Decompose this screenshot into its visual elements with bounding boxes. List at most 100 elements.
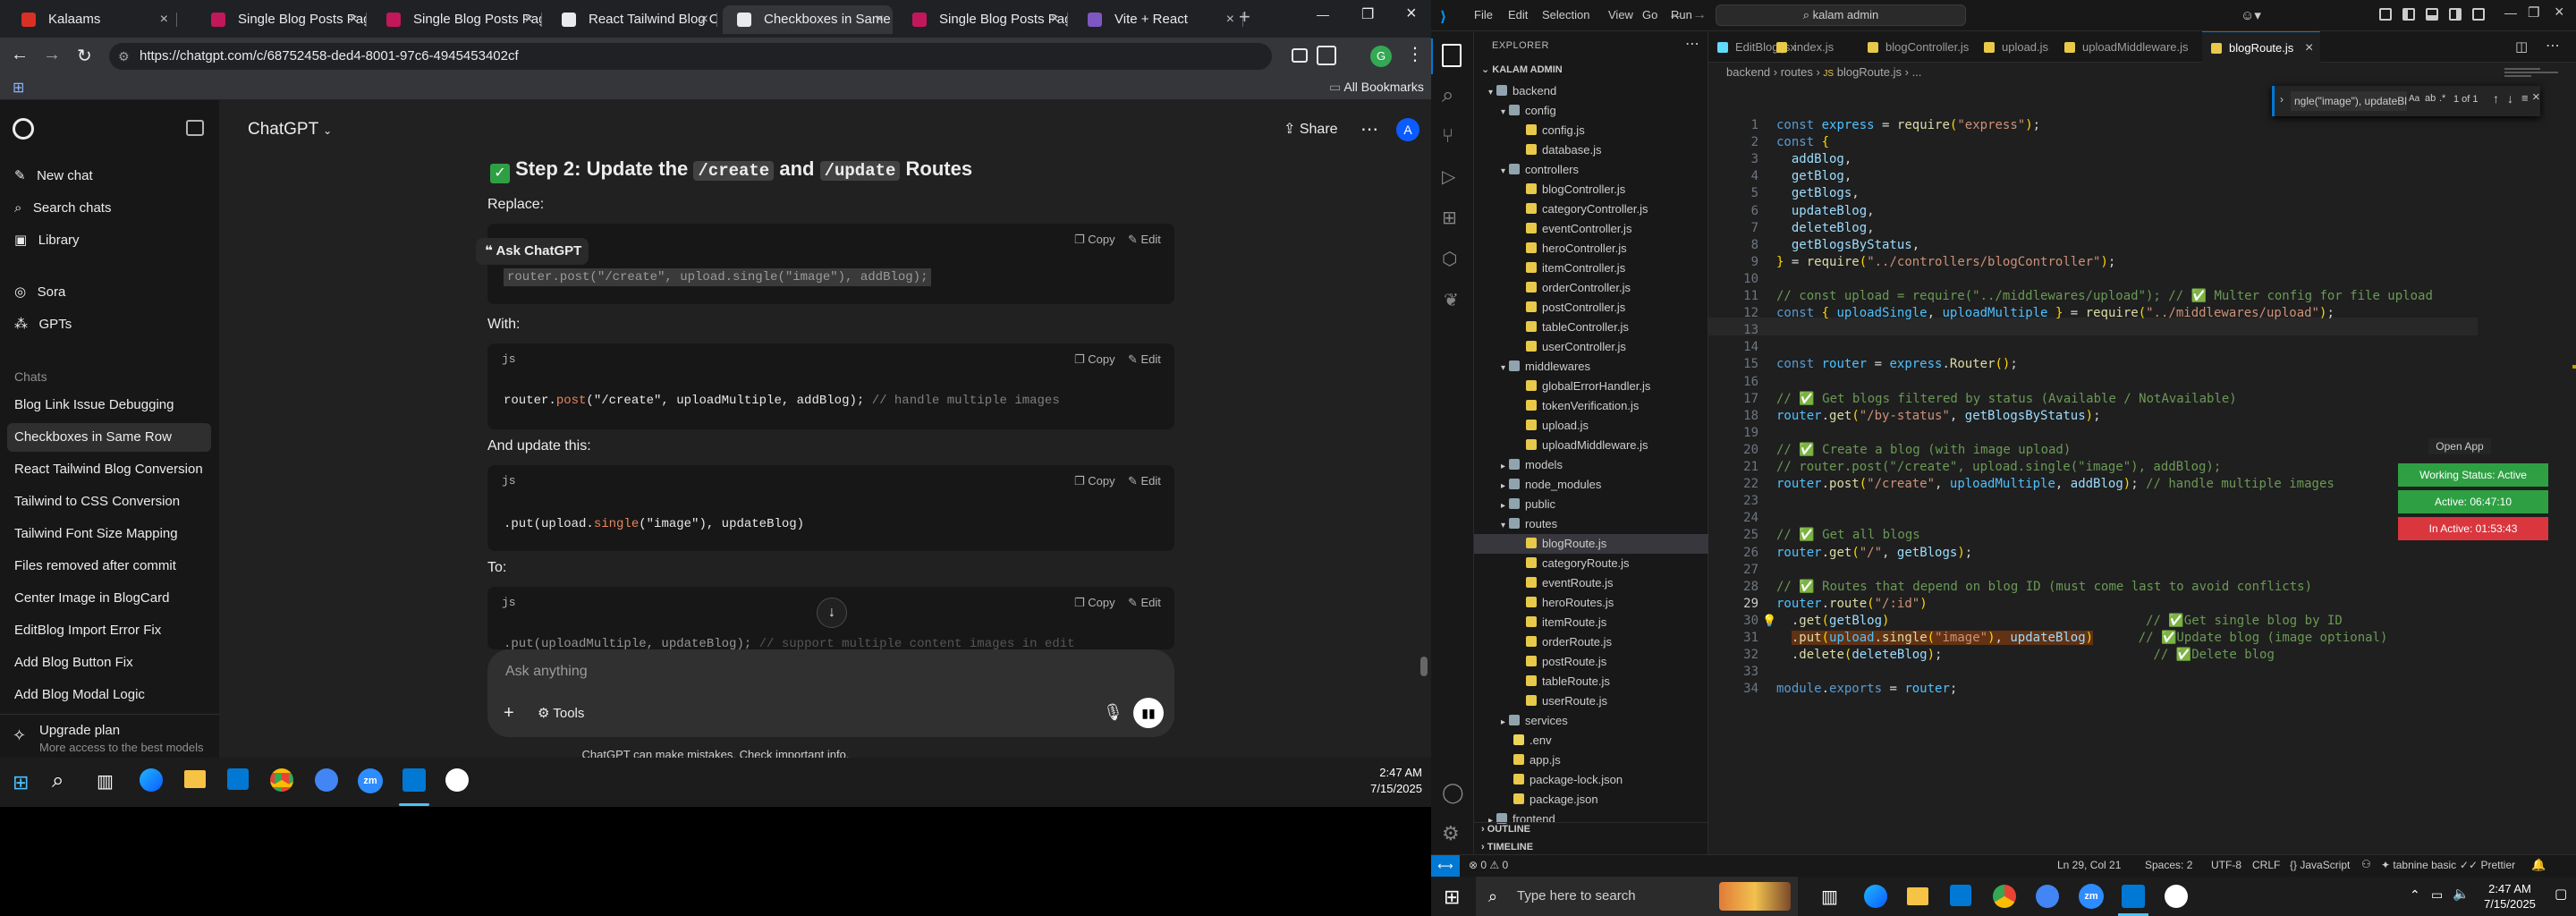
edit-button[interactable]: ✎ Edit	[1128, 474, 1161, 488]
explorer-file[interactable]: eventController.js	[1474, 219, 1708, 239]
breadcrumb-item[interactable]: ...	[1912, 65, 1922, 79]
windows-start-icon[interactable]: ⊞	[1444, 886, 1460, 909]
copilot-status-icon[interactable]: ⚇	[2361, 858, 2371, 870]
chrome-app-icon[interactable]	[2036, 885, 2059, 908]
library-button[interactable]: ▣ Library	[14, 231, 80, 250]
nav-forward-icon[interactable]: →	[1692, 7, 1707, 23]
voice-mode-icon[interactable]: ▮▮	[1133, 698, 1164, 728]
store-icon[interactable]	[227, 768, 249, 790]
menu-item[interactable]: File	[1474, 8, 1493, 21]
explorer-file[interactable]: uploadMiddleware.js	[1474, 436, 1708, 455]
chevron-right-icon[interactable]: ›	[2280, 93, 2284, 106]
close-tab-icon[interactable]: ×	[876, 5, 884, 34]
close-icon[interactable]: ×	[2555, 3, 2564, 21]
openai-logo-icon[interactable]	[13, 118, 34, 140]
chat-history-item[interactable]: Add Blog Modal Logic	[14, 685, 207, 705]
app-icon[interactable]	[2165, 885, 2188, 908]
close-tab-icon[interactable]: ×	[1226, 5, 1234, 34]
editor-tab[interactable]: index.js	[1767, 31, 1846, 63]
explorer-file[interactable]: userRoute.js	[1474, 691, 1708, 711]
clock-left[interactable]: 2:47 AM 7/15/2025	[1342, 765, 1422, 797]
browser-tab[interactable]: Single Blog Posts Page ×	[898, 5, 1068, 34]
plus-icon[interactable]: +	[504, 703, 514, 724]
source-control-icon[interactable]: ⑂	[1442, 124, 1453, 148]
more-actions-icon[interactable]: ⋯	[2546, 37, 2560, 55]
breadcrumb-item[interactable]: routes	[1781, 65, 1813, 79]
chat-history-item[interactable]: Add Blog Button Fix	[14, 653, 207, 673]
file-explorer-icon[interactable]	[184, 770, 206, 788]
close-tab-icon[interactable]: ×	[350, 5, 358, 34]
all-bookmarks-link[interactable]: ▭ All Bookmarks	[1329, 80, 1424, 95]
explorer-file[interactable]: config.js	[1474, 121, 1708, 140]
editor-tab[interactable]: upload.js	[1975, 31, 2061, 63]
mic-icon[interactable]: 🎙	[1103, 703, 1123, 722]
main-scrollbar[interactable]	[1420, 657, 1428, 676]
indentation[interactable]: Spaces: 2	[2145, 859, 2192, 871]
chat-history-item[interactable]: React Tailwind Blog Conversion	[14, 460, 207, 479]
customize-layout-icon[interactable]	[2472, 8, 2485, 21]
explorer-file[interactable]: tableController.js	[1474, 318, 1708, 337]
close-tab-icon[interactable]: ×	[525, 5, 533, 34]
explorer-file[interactable]: blogController.js	[1474, 180, 1708, 199]
split-editor-icon[interactable]: ◫	[2515, 38, 2528, 55]
windows-start-icon[interactable]: ⊞	[13, 771, 29, 794]
chrome-taskbar-icon[interactable]	[270, 768, 293, 792]
explorer-file[interactable]: blogRoute.js	[1474, 534, 1708, 554]
toggle-secondary-sidebar-icon[interactable]	[2449, 8, 2462, 21]
task-view-icon[interactable]: ▥	[1821, 886, 1838, 908]
explorer-file[interactable]: tokenVerification.js	[1474, 396, 1708, 416]
remote-indicator-icon[interactable]: ⟷	[1431, 855, 1460, 877]
explorer-folder[interactable]: ▸ services	[1474, 711, 1708, 731]
chat-history-item[interactable]: EditBlog Import Error Fix	[14, 621, 207, 640]
explorer-folder[interactable]: ▾ backend	[1474, 81, 1708, 101]
whole-word-icon[interactable]: ab	[2425, 93, 2436, 104]
close-tab-icon[interactable]: ×	[700, 5, 708, 34]
edit-button[interactable]: ✎ Edit	[1128, 352, 1161, 367]
forward-icon[interactable]: →	[43, 45, 61, 65]
explorer-folder[interactable]: ▾ routes	[1474, 514, 1708, 534]
chat-history-item[interactable]: Tailwind to CSS Conversion	[14, 492, 207, 512]
explorer-file[interactable]: postController.js	[1474, 298, 1708, 318]
search-chats-button[interactable]: ⌕ Search chats	[14, 199, 111, 218]
edit-button[interactable]: ✎ Edit	[1128, 596, 1161, 610]
breadcrumb-item[interactable]: backend	[1726, 65, 1770, 79]
share-button[interactable]: ⇪ Share	[1284, 120, 1338, 138]
next-match-icon[interactable]: ↓	[2507, 91, 2513, 106]
editor-tab[interactable]: uploadMiddleware.js	[2055, 31, 2201, 63]
chat-history-item[interactable]: Files removed after commit	[14, 556, 207, 576]
scroll-down-button[interactable]: ↓	[817, 598, 847, 628]
new-tab-icon[interactable]: +	[1239, 5, 1250, 29]
regex-icon[interactable]: .*	[2439, 93, 2445, 104]
explorer-file[interactable]: postRoute.js	[1474, 652, 1708, 672]
explorer-folder[interactable]: ▾ config	[1474, 101, 1708, 121]
layout-icon[interactable]	[2379, 8, 2392, 21]
toggle-sidebar-icon[interactable]	[2402, 8, 2415, 21]
code-editor[interactable]: backend › routes › JS blogRoute.js › ...…	[1708, 63, 2576, 854]
prettier-status[interactable]: ✓✓ Prettier	[2460, 859, 2515, 871]
timeline-section[interactable]: › TIMELINE	[1481, 842, 1533, 852]
language-mode[interactable]: {} JavaScript	[2290, 859, 2350, 871]
volume-icon[interactable]: 🔈	[2453, 886, 2470, 902]
chrome-menu-icon[interactable]: ⋮	[1406, 43, 1424, 65]
copilot-icon[interactable]: ☺▾	[2241, 7, 2261, 23]
remote-icon[interactable]: ⬡	[1442, 248, 1457, 270]
explorer-icon[interactable]	[1442, 44, 1462, 67]
explorer-file[interactable]: itemController.js	[1474, 259, 1708, 278]
lightbulb-icon[interactable]: 💡	[1762, 614, 1776, 628]
task-view-icon[interactable]: ▥	[97, 770, 114, 793]
more-options-icon[interactable]: ⋯	[1360, 118, 1378, 140]
more-actions-icon[interactable]: ⋯	[1685, 35, 1699, 53]
explorer-file[interactable]: eventRoute.js	[1474, 573, 1708, 593]
chat-history-item[interactable]: Checkboxes in Same Row	[7, 423, 211, 452]
show-hidden-icons[interactable]: ⌃	[2410, 887, 2420, 903]
edit-button[interactable]: ✎ Edit	[1128, 233, 1161, 247]
reload-icon[interactable]: ↻	[77, 45, 92, 67]
explorer-file[interactable]: package.json	[1474, 790, 1708, 810]
apps-icon[interactable]: ⊞	[13, 79, 24, 97]
settings-gear-icon[interactable]: ⚙	[1442, 822, 1460, 845]
restore-icon[interactable]: ❐	[2528, 4, 2539, 21]
edge-icon[interactable]	[1864, 885, 1887, 908]
explorer-file[interactable]: heroController.js	[1474, 239, 1708, 259]
search-icon[interactable]: ⌕	[52, 768, 64, 793]
browser-tab[interactable]: React Tailwind Blog Co ×	[547, 5, 717, 34]
